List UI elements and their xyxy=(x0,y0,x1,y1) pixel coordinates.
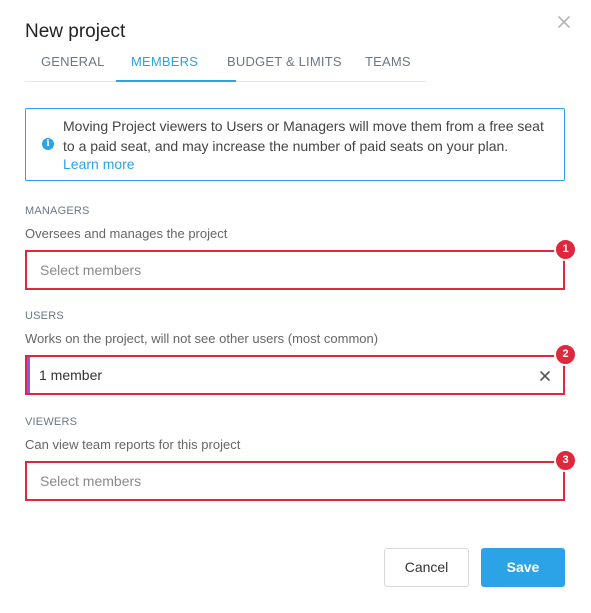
managers-placeholder: Select members xyxy=(40,262,142,278)
managers-select[interactable]: Select members xyxy=(25,250,565,290)
users-select[interactable]: 1 member xyxy=(25,355,565,395)
tab-members[interactable]: MEMBERS xyxy=(131,54,198,82)
tab-budget-limits[interactable]: BUDGET & LIMITS xyxy=(227,54,342,82)
learn-more-link[interactable]: Learn more xyxy=(63,156,135,172)
cancel-button[interactable]: Cancel xyxy=(384,548,469,587)
managers-description: Oversees and manages the project xyxy=(25,226,228,241)
users-value: 1 member xyxy=(39,367,103,383)
annotation-badge-2: 2 xyxy=(554,343,577,366)
viewers-label: VIEWERS xyxy=(25,416,78,428)
info-banner-text: Moving Project viewers to Users or Manag… xyxy=(63,118,544,154)
info-banner: i Moving Project viewers to Users or Man… xyxy=(25,108,565,181)
close-icon[interactable] xyxy=(556,14,572,30)
tab-teams[interactable]: TEAMS xyxy=(365,54,411,82)
clear-icon[interactable] xyxy=(539,369,551,381)
viewers-placeholder: Select members xyxy=(40,473,142,489)
save-button[interactable]: Save xyxy=(481,548,565,587)
active-tab-indicator xyxy=(116,80,236,82)
viewers-select[interactable]: Select members xyxy=(25,461,565,501)
new-project-dialog: New project GENERAL MEMBERS BUDGET & LIM… xyxy=(0,0,591,613)
tab-general[interactable]: GENERAL xyxy=(41,54,105,82)
info-icon: i xyxy=(42,138,54,150)
tab-bar: GENERAL MEMBERS BUDGET & LIMITS TEAMS xyxy=(25,54,426,82)
dialog-title: New project xyxy=(25,21,126,42)
users-label: USERS xyxy=(25,310,64,322)
viewers-description: Can view team reports for this project xyxy=(25,437,241,452)
managers-label: MANAGERS xyxy=(25,205,90,217)
annotation-badge-1: 1 xyxy=(554,238,577,261)
users-description: Works on the project, will not see other… xyxy=(25,331,379,346)
annotation-badge-3: 3 xyxy=(554,449,577,472)
